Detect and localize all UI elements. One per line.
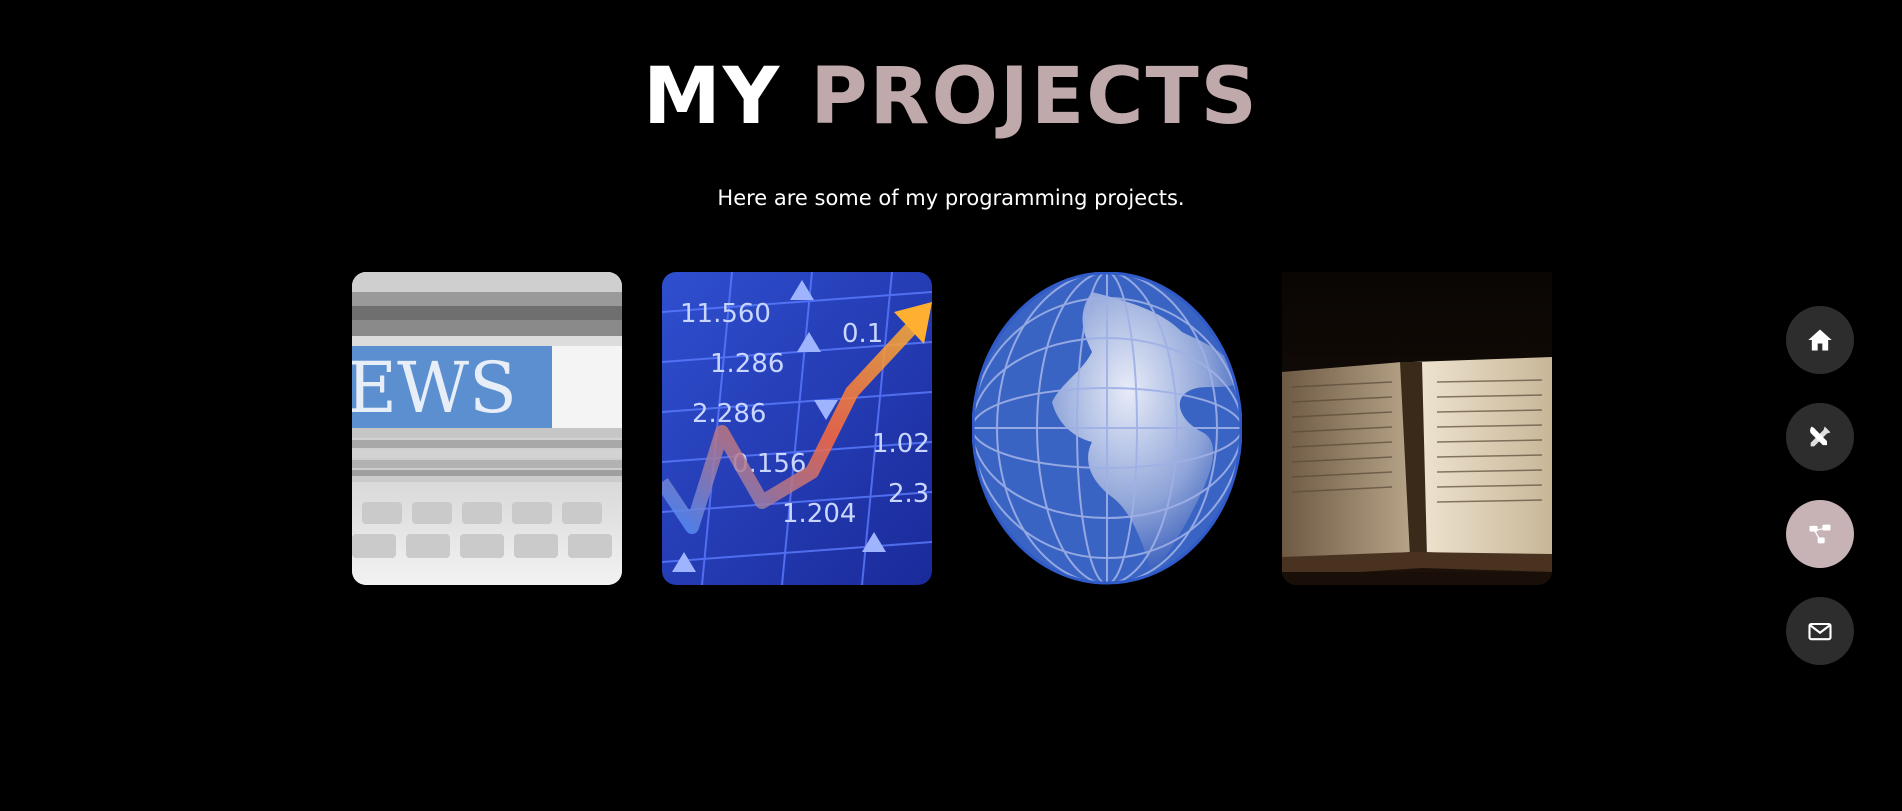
tools-icon: [1810, 426, 1831, 447]
svg-text:1.204: 1.204: [782, 499, 856, 529]
nav-contact-button[interactable]: [1786, 597, 1854, 665]
nav-skills-button[interactable]: [1786, 403, 1854, 471]
svg-text:1.02: 1.02: [872, 429, 930, 459]
home-icon: [1808, 329, 1832, 351]
project-card-stocks[interactable]: 11.560 1.286 2.286 0.156 1.204 0.1 1.02 …: [662, 272, 932, 585]
project-card-globe[interactable]: [972, 272, 1242, 585]
projects-page: MY PROJECTS Here are some of my programm…: [0, 0, 1902, 811]
mail-icon: [1808, 622, 1832, 641]
globe-image: [972, 272, 1242, 585]
page-title: MY PROJECTS: [0, 52, 1902, 142]
svg-text:EWS: EWS: [352, 347, 517, 429]
svg-text:11.560: 11.560: [680, 299, 771, 329]
project-cards: EWS 11.560 1.286 2.286 0.156 1.204 0.1 1…: [352, 272, 1552, 585]
svg-text:1.286: 1.286: [710, 349, 784, 379]
projects-icon: [1809, 524, 1831, 544]
page-title-word-my: MY: [643, 52, 782, 142]
project-card-book[interactable]: [1282, 272, 1552, 585]
nav-projects-button[interactable]: [1786, 500, 1854, 568]
svg-text:2.3: 2.3: [888, 479, 929, 509]
nav-home-button[interactable]: [1786, 306, 1854, 374]
page-subtitle: Here are some of my programming projects…: [717, 186, 1185, 210]
old-book-image: [1282, 272, 1552, 585]
newspaper-stack-image: EWS: [352, 272, 622, 585]
page-title-word-projects: PROJECTS: [810, 52, 1259, 142]
stock-market-chart-image: 11.560 1.286 2.286 0.156 1.204 0.1 1.02 …: [662, 272, 932, 585]
svg-text:0.1: 0.1: [842, 319, 883, 349]
project-card-news[interactable]: EWS: [352, 272, 622, 585]
svg-text:2.286: 2.286: [692, 399, 766, 429]
